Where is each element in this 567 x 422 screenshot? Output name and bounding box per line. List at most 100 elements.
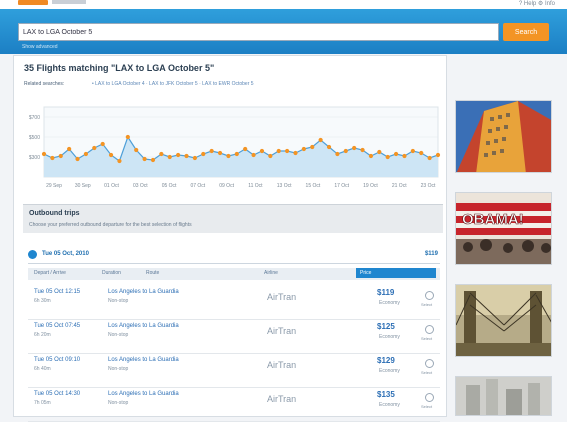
price-point[interactable] [385,154,390,160]
price-chart: $700 $500 $300 29 Sep 30 Sep 01 Oct 03 Oct 05 O… [29,106,441,189]
top-right-links[interactable]: ? Help ⚙ Info [519,0,555,7]
cabin-class: Economy [379,402,400,408]
stops-text: Non-stop [108,366,129,372]
price-point[interactable] [100,141,105,147]
price-point[interactable] [435,152,441,158]
x-tick-label: 03 Oct [133,183,148,189]
search-button[interactable]: Search [503,23,549,41]
price-point[interactable] [226,153,231,159]
price-point[interactable] [419,150,424,156]
price-point[interactable] [142,156,147,162]
result-row[interactable]: Tue 05 Oct 12:15 6h 30m Los Angeles to La … [28,285,440,320]
price-point[interactable] [108,152,114,158]
col-depart[interactable]: Depart / Arrive [34,270,66,276]
price-point[interactable] [117,158,122,164]
route-link[interactable]: Los Angeles to La Guardia [108,357,179,363]
cabin-class: Economy [379,334,400,340]
price-link[interactable]: $129 [377,356,395,365]
price-point[interactable] [285,148,290,154]
price-point[interactable] [67,146,72,152]
result-row[interactable]: Tue 05 Oct 09:10 6h 40m Los Angeles to La … [28,353,440,388]
col-duration[interactable]: Duration [102,270,121,276]
price-point[interactable] [427,155,432,161]
depart-time-link[interactable]: Tue 05 Oct 14:30 [34,391,80,397]
price-link[interactable]: $125 [377,322,395,331]
price-point[interactable] [201,151,206,157]
price-point[interactable] [58,153,63,159]
city-photo [456,377,551,415]
col-price[interactable]: Price [356,268,436,278]
price-point[interactable] [50,155,55,161]
x-tick-label: 15 Oct [306,183,321,189]
route-link[interactable]: Los Angeles to La Guardia [108,289,179,295]
depart-time-link[interactable]: Tue 05 Oct 09:10 [34,357,80,363]
result-row[interactable]: Tue 05 Oct 14:30 7h 05m Los Angeles to La … [28,387,440,422]
select-circle-icon[interactable] [425,325,434,334]
price-point[interactable] [192,155,197,161]
ad-image-bridge[interactable] [455,284,552,357]
price-point[interactable] [318,137,323,143]
price-point[interactable] [243,146,248,152]
price-point[interactable] [184,153,189,159]
price-point[interactable] [134,147,139,153]
price-point[interactable] [402,153,407,159]
route-link[interactable]: Los Angeles to La Guardia [108,391,179,397]
col-route[interactable]: Route [146,270,159,276]
price-point[interactable] [159,151,164,157]
price-point[interactable] [368,153,374,159]
price-point[interactable] [326,144,332,150]
price-point[interactable] [176,152,181,158]
price-point[interactable] [75,156,80,162]
ad-image-building[interactable] [455,100,552,173]
cabin-class: Economy [379,368,400,374]
price-point[interactable] [234,151,239,157]
duration-text: 7h 05m [34,400,51,406]
price-point[interactable] [259,148,265,154]
price-point[interactable] [268,153,273,159]
price-point[interactable] [167,154,172,160]
select-circle-icon[interactable] [425,359,434,368]
x-tick-label: 17 Oct [334,183,349,189]
price-point[interactable] [125,134,130,140]
price-point[interactable] [393,151,399,157]
price-point[interactable] [150,157,156,163]
duration-text: 6h 40m [34,366,51,372]
price-point[interactable] [293,150,298,156]
price-link[interactable]: $119 [377,288,394,297]
price-point[interactable] [410,148,415,154]
search-input[interactable] [18,23,499,41]
price-point[interactable] [352,145,357,151]
price-point[interactable] [310,144,315,150]
x-tick-label: 05 Oct [162,183,177,189]
related-searches-links[interactable]: • LAX to LGA October 4 · LAX to JFK Octo… [92,81,254,87]
ad-image-city[interactable] [455,376,552,416]
site-logo[interactable] [18,0,48,5]
price-point[interactable] [217,150,223,156]
x-tick-label: 01 Oct [104,183,119,189]
price-point[interactable] [92,145,97,151]
result-row[interactable]: Tue 05 Oct 07:45 6h 20m Los Angeles to La … [28,319,440,354]
airline-name: AirTran [267,326,297,336]
select-circle-icon[interactable] [425,393,434,402]
price-point[interactable] [209,148,214,154]
price-point[interactable] [335,151,340,157]
price-point[interactable] [41,151,47,157]
y-tick-label: $700 [29,115,40,121]
price-point[interactable] [360,147,365,153]
airline-name: AirTran [267,360,297,370]
select-circle-icon[interactable] [425,291,434,300]
price-point[interactable] [83,151,89,157]
ad-image-banner[interactable]: OBAMA! [455,192,552,265]
advanced-search-link[interactable]: Show advanced [22,44,58,50]
price-point[interactable] [377,149,382,155]
depart-time-link[interactable]: Tue 05 Oct 07:45 [34,323,80,329]
route-link[interactable]: Los Angeles to La Guardia [108,323,179,329]
y-tick-label: $300 [29,155,40,161]
depart-time-link[interactable]: Tue 05 Oct 12:15 [34,289,80,295]
price-point[interactable] [251,152,256,158]
price-point[interactable] [343,148,348,154]
price-point[interactable] [301,146,306,152]
col-airline[interactable]: Airline [264,270,278,276]
price-point[interactable] [276,148,281,154]
price-link[interactable]: $135 [377,390,395,399]
